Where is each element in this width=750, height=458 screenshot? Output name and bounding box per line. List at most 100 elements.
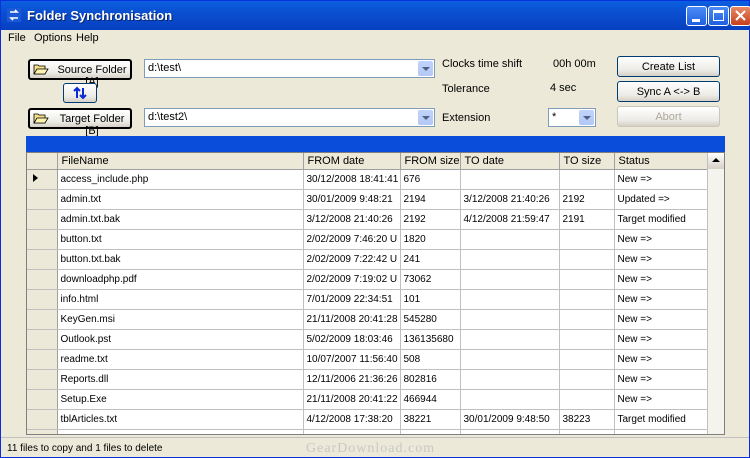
watermark: GearDownload.com	[306, 441, 436, 456]
table-row[interactable]: tblArticles.txt 4/12/2008 17:38:20 38221 30…	[27, 409, 712, 430]
row-indicator[interactable]	[27, 289, 58, 310]
cell-from-date: 21/11/2008 20:41:22	[303, 389, 401, 410]
table-row[interactable]: Setup.Exe 21/11/2008 20:41:22 466944 New =>	[27, 389, 712, 410]
maximize-button[interactable]	[708, 6, 729, 26]
row-indicator[interactable]	[27, 229, 58, 250]
row-indicator[interactable]	[27, 349, 58, 370]
cell-to-size: 38221	[559, 429, 615, 434]
table-row[interactable]: KeyGen.msi 21/11/2008 20:41:28 545280 New =…	[27, 309, 712, 330]
menu-file[interactable]: File	[8, 32, 26, 44]
table-row[interactable]: admin.txt 30/01/2009 9:48:21 2194 3/12/2008…	[27, 189, 712, 210]
cell-from-size: 676	[400, 169, 461, 190]
close-icon	[735, 10, 746, 21]
row-indicator[interactable]	[27, 389, 58, 410]
tolerance-value[interactable]: 4 sec	[550, 82, 576, 94]
table-row[interactable]: button.txt 2/02/2009 7:46:20 U 1820 New =>	[27, 229, 712, 250]
cell-filename: KeyGen.msi	[57, 309, 304, 330]
table-row[interactable]: tblArticles.txt.bak26/11/2008 11:30:18 38…	[27, 429, 712, 434]
cell-filename: admin.txt	[57, 189, 304, 210]
cell-to-size	[559, 169, 615, 190]
cell-to-size	[559, 369, 615, 390]
cell-to-size	[559, 329, 615, 350]
create-list-button[interactable]: Create List	[617, 56, 720, 77]
table-row[interactable]: downloadphp.pdf 2/02/2009 7:19:02 U 73062 N…	[27, 269, 712, 290]
source-path-combo[interactable]: d:\test\	[144, 59, 435, 78]
sync-app-icon	[7, 8, 21, 22]
cell-status: New =>	[614, 229, 712, 250]
clocks-time-shift-label: Clocks time shift	[442, 58, 523, 70]
table-row[interactable]: Reports.dll 12/11/2006 21:36:26 802816 New …	[27, 369, 712, 390]
column-header-status[interactable]: Status	[614, 153, 712, 170]
column-header-to-date[interactable]: TO date	[460, 153, 560, 170]
cell-filename: tblArticles.txt.bak	[57, 429, 304, 434]
cell-to-date	[460, 229, 560, 250]
cell-to-date: 3/12/2008 21:40:26	[460, 189, 560, 210]
table-row[interactable]: readme.txt 10/07/2007 11:56:40 508 New =>	[27, 349, 712, 370]
table-row[interactable]: admin.txt.bak 3/12/2008 21:40:26 2192 4/12/…	[27, 209, 712, 230]
scroll-up-arrow-icon[interactable]	[708, 153, 724, 169]
column-header-from-date[interactable]: FROM date	[303, 153, 401, 170]
vertical-scrollbar[interactable]	[707, 153, 724, 434]
menu-bar: File Options Help	[1, 30, 749, 48]
target-folder-button[interactable]: Target Folder [B]	[28, 108, 132, 137]
cell-status: New =>	[614, 169, 712, 190]
cell-to-date	[460, 249, 560, 270]
table-row[interactable]: button.txt.bak 2/02/2009 7:22:42 U 241 New …	[27, 249, 712, 270]
row-indicator[interactable]	[27, 329, 58, 350]
dropdown-arrow-icon[interactable]	[579, 110, 594, 125]
cell-status: New =>	[614, 289, 712, 310]
extension-combo[interactable]: *	[548, 108, 596, 127]
progress-bar	[26, 136, 725, 152]
cell-status: New =>	[614, 349, 712, 370]
cell-status: Target modified	[614, 429, 712, 434]
clocks-time-shift-value[interactable]: 00h 00m	[553, 58, 596, 70]
column-header-to-size[interactable]: TO size	[559, 153, 615, 170]
cell-from-date: 26/11/2008 11:30:18	[303, 429, 401, 434]
close-button[interactable]	[730, 6, 750, 26]
cell-to-date: 4/12/2008 21:59:47	[460, 209, 560, 230]
table-row[interactable]: Outlook.pst 5/02/2009 18:03:46 136135680 Ne…	[27, 329, 712, 350]
cell-filename: Reports.dll	[57, 369, 304, 390]
table-row[interactable]: access_include.php 30/12/2008 18:41:41 676…	[27, 169, 712, 190]
row-indicator[interactable]	[27, 369, 58, 390]
cell-to-size	[559, 389, 615, 410]
row-indicator[interactable]	[27, 209, 58, 230]
row-indicator[interactable]	[27, 409, 58, 430]
sync-button[interactable]: Sync A <-> B	[617, 81, 720, 102]
cell-status: New =>	[614, 309, 712, 330]
cell-to-size	[559, 269, 615, 290]
row-indicator[interactable]	[27, 429, 58, 434]
cell-to-date	[460, 329, 560, 350]
row-indicator[interactable]	[27, 309, 58, 330]
table-row[interactable]: info.html 7/01/2009 22:34:51 101 New =>	[27, 289, 712, 310]
cell-status: New =>	[614, 369, 712, 390]
cell-to-size	[559, 249, 615, 270]
row-indicator[interactable]	[27, 189, 58, 210]
source-folder-button[interactable]: Source Folder [A]	[28, 59, 132, 88]
menu-options[interactable]: Options	[34, 32, 72, 44]
cell-from-date: 10/07/2007 11:56:40	[303, 349, 401, 370]
current-row-arrow-icon	[33, 174, 38, 182]
swap-folders-button[interactable]	[63, 83, 97, 103]
cell-from-date: 2/02/2009 7:19:02 U	[303, 269, 401, 290]
minimize-button[interactable]	[686, 6, 707, 26]
title-bar[interactable]: Folder Synchronisation	[1, 1, 750, 30]
extension-value: *	[552, 111, 557, 123]
cell-filename: button.txt.bak	[57, 249, 304, 270]
row-indicator[interactable]	[27, 249, 58, 270]
cell-to-date	[460, 349, 560, 370]
row-indicator[interactable]	[27, 269, 58, 290]
dropdown-arrow-icon[interactable]	[418, 61, 433, 76]
row-indicator[interactable]	[27, 169, 58, 190]
create-list-label: Create List	[641, 61, 696, 73]
target-path-combo[interactable]: d:\test2\	[144, 108, 435, 127]
cell-to-size	[559, 229, 615, 250]
cell-filename: Outlook.pst	[57, 329, 304, 350]
menu-help[interactable]: Help	[76, 32, 99, 44]
cell-status: Updated =>	[614, 189, 712, 210]
cell-from-size: 2194	[400, 189, 461, 210]
column-header-from-size[interactable]: FROM size	[400, 153, 461, 170]
column-header-filename[interactable]: FileName	[57, 153, 304, 170]
dropdown-arrow-icon[interactable]	[418, 110, 433, 125]
file-list-grid[interactable]: FileName FROM date FROM size TO date TO …	[26, 152, 725, 435]
